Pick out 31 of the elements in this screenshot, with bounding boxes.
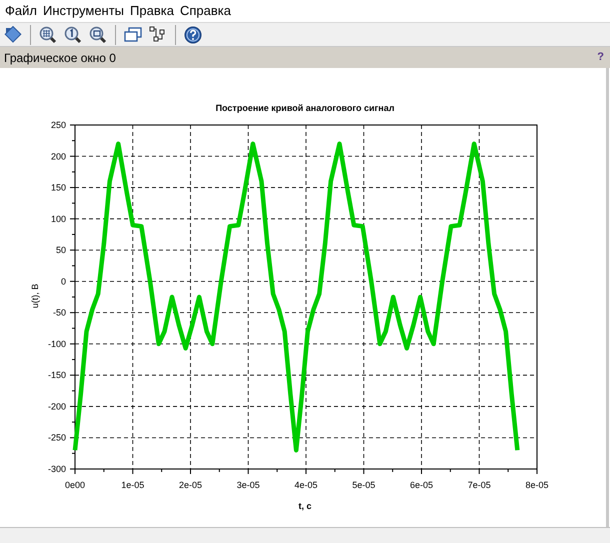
x-tick-label: 0e00	[64, 480, 86, 490]
x-tick-label: 3e-05	[236, 480, 260, 490]
y-tick-label: 250	[50, 120, 66, 130]
y-tick-label: 100	[50, 214, 66, 224]
x-tick-label: 2e-05	[178, 480, 202, 490]
y-tick-label: -50	[52, 308, 66, 318]
x-tick-label: 8e-05	[525, 480, 549, 490]
x-tick-label: 7e-05	[468, 480, 491, 490]
x-tick-label: 4e-05	[294, 480, 318, 490]
x-axis-label: t, c	[298, 501, 312, 511]
y-tick-label: -200	[48, 401, 66, 412]
y-tick-label: -250	[48, 432, 66, 443]
menu-item[interactable]: Правка	[127, 1, 177, 21]
help-button[interactable]: ?	[597, 49, 606, 66]
x-tick-label: 1e-05	[121, 480, 144, 490]
x-tick-label: 6e-05	[410, 480, 434, 490]
chart-title: Построение кривой аналогового сигнал	[216, 103, 394, 113]
y-tick-label: -300	[48, 464, 66, 474]
x-tick-label: 5e-05	[352, 480, 376, 490]
menu-item[interactable]: Инструменты	[40, 1, 128, 21]
y-tick-label: -150	[48, 370, 66, 380]
help-icon[interactable]	[182, 24, 204, 46]
y-tick-label: 200	[50, 151, 66, 162]
y-tick-label: 150	[50, 182, 66, 193]
y-axis-label: u(t), В	[30, 284, 40, 308]
y-tick-label: 50	[56, 245, 66, 256]
menu-item[interactable]: Файл	[2, 1, 40, 21]
y-tick-label: -100	[48, 338, 66, 349]
panel-title: Графическое окно 0	[4, 50, 116, 66]
menu-item[interactable]: Справка	[176, 1, 234, 21]
y-tick-label: 0	[60, 276, 66, 286]
